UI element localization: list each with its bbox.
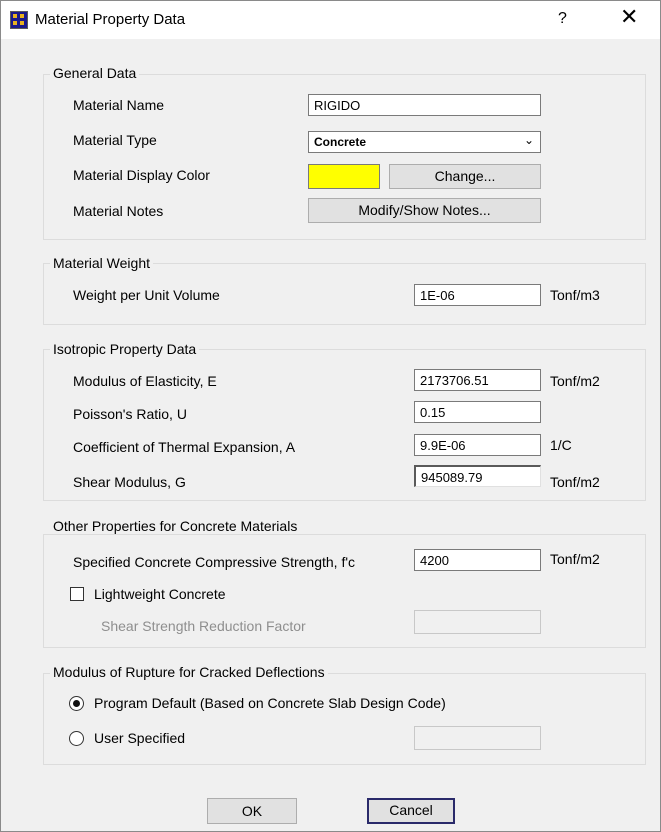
modulus-elasticity-label: Modulus of Elasticity, E [73,373,217,389]
poisson-ratio-label: Poisson's Ratio, U [73,406,187,422]
material-notes-label: Material Notes [73,203,164,219]
ok-button[interactable]: OK [207,798,297,824]
material-type-label: Material Type [73,132,157,148]
shear-reduction-field [414,610,541,634]
material-name-field[interactable]: RIGIDO [308,94,541,116]
material-weight-title: Material Weight [50,255,154,271]
program-default-radio[interactable] [69,696,84,711]
shear-modulus-label: Shear Modulus, G [73,474,186,490]
shear-reduction-label: Shear Strength Reduction Factor [101,618,306,634]
rupture-group [43,673,646,765]
compressive-strength-unit: Tonf/m2 [550,551,600,567]
program-default-label: Program Default (Based on Concrete Slab … [94,695,446,711]
weight-per-volume-field[interactable]: 1E-06 [414,284,541,306]
general-data-title: General Data [50,65,140,81]
display-color-swatch [308,164,380,189]
material-property-dialog: Material Property Data ? ✕ General Data … [0,0,661,832]
material-type-value: Concrete [314,135,367,149]
lightweight-concrete-checkbox[interactable] [70,587,84,601]
shear-modulus-field: 945089.79 [414,465,541,487]
compressive-strength-label: Specified Concrete Compressive Strength,… [73,554,356,570]
rupture-title: Modulus of Rupture for Cracked Deflectio… [50,664,328,680]
weight-per-volume-label: Weight per Unit Volume [73,287,220,303]
window-title: Material Property Data [35,11,186,28]
weight-unit: Tonf/m3 [550,287,600,303]
modify-notes-button[interactable]: Modify/Show Notes... [308,198,541,223]
compressive-strength-field[interactable]: 4200 [414,549,541,571]
change-color-button[interactable]: Change... [389,164,541,189]
user-specified-field [414,726,541,750]
poisson-ratio-field[interactable]: 0.15 [414,401,541,423]
title-bar: Material Property Data ? ✕ [1,1,660,39]
display-color-label: Material Display Color [73,167,210,183]
chevron-down-icon: ⌄ [523,133,534,147]
thermal-expansion-label: Coefficient of Thermal Expansion, A [73,439,296,455]
lightweight-concrete-label: Lightweight Concrete [94,586,226,602]
thermal-expansion-field[interactable]: 9.9E-06 [414,434,541,456]
material-type-select[interactable]: Concrete ⌄ [308,131,541,153]
modulus-elasticity-unit: Tonf/m2 [550,373,600,389]
modulus-elasticity-field[interactable]: 2173706.51 [414,369,541,391]
user-specified-radio[interactable] [69,731,84,746]
material-name-label: Material Name [73,97,165,113]
app-icon [10,11,28,29]
close-icon[interactable]: ✕ [620,6,638,28]
help-button[interactable]: ? [558,10,567,28]
isotropic-title: Isotropic Property Data [50,341,200,357]
cancel-button[interactable]: Cancel [367,798,455,824]
shear-modulus-unit: Tonf/m2 [550,474,600,490]
thermal-expansion-unit: 1/C [550,437,572,453]
user-specified-label: User Specified [94,730,186,746]
concrete-properties-title: Other Properties for Concrete Materials [50,518,301,534]
